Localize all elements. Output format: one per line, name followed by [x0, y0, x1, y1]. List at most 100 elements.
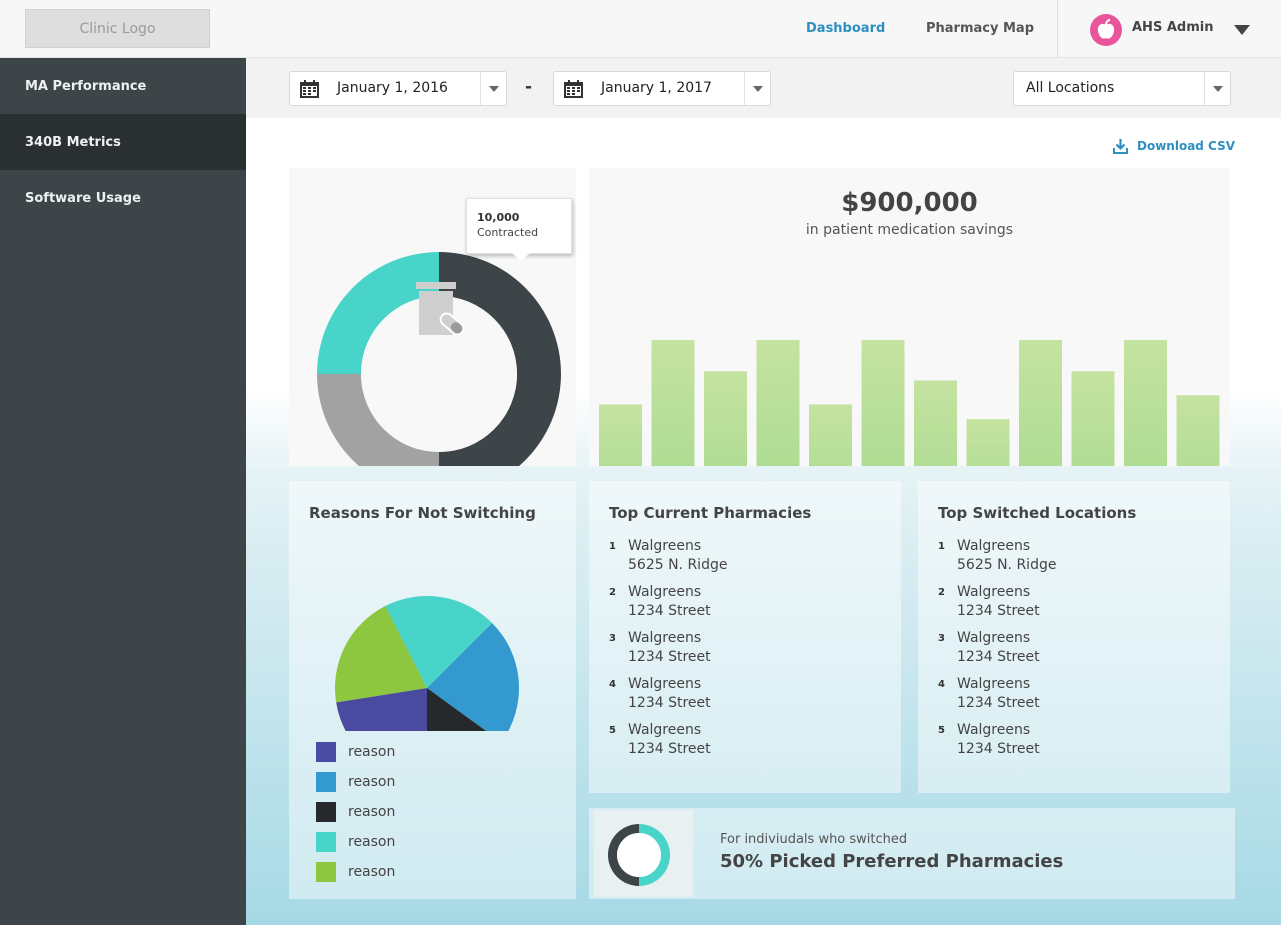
legend-label: reason — [348, 864, 396, 880]
pharmacy-address: 5625 N. Ridge — [628, 557, 728, 573]
nav-pharmacy-map-link[interactable]: Pharmacy Map — [926, 21, 1034, 36]
calendar-icon — [564, 80, 583, 98]
legend-item: reason — [316, 737, 395, 767]
summary-donut-hole — [617, 833, 661, 877]
savings-bar[interactable] — [756, 340, 800, 466]
rank-number: 2 — [938, 587, 945, 598]
legend-item: reason — [316, 827, 395, 857]
list-item[interactable]: 2 Walgreens 1234 Street — [609, 583, 727, 629]
rank-number: 3 — [938, 633, 945, 644]
pharmacy-address: 5625 N. Ridge — [957, 557, 1057, 573]
list-item[interactable]: 4 Walgreens 1234 Street — [938, 675, 1056, 721]
top-current-pharmacies-card: Top Current Pharmacies 1 Walgreens 5625 N.… — [589, 481, 901, 793]
filter-bar: January 1, 2016 - January 1, 2017 All Lo… — [246, 58, 1281, 118]
savings-bar[interactable] — [1124, 340, 1167, 466]
start-date-value: January 1, 2016 — [337, 80, 448, 96]
main-content: January 1, 2016 - January 1, 2017 All Lo… — [246, 58, 1281, 925]
top-switched-locations-card: Top Switched Locations 1 Walgreens 5625 N.… — [918, 481, 1230, 793]
rank-number: 5 — [609, 725, 616, 736]
list-item[interactable]: 2 Walgreens 1234 Street — [938, 583, 1056, 629]
sidebar: MA Performance 340B Metrics Software Usa… — [0, 58, 246, 925]
summary-donut-box — [594, 810, 693, 897]
legend-item: reason — [316, 767, 395, 797]
savings-bar[interactable] — [599, 404, 642, 466]
list-item[interactable]: 3 Walgreens 1234 Street — [938, 629, 1056, 675]
tooltip-value: 10,000 — [477, 211, 520, 224]
sidebar-item-ma-performance[interactable]: MA Performance — [0, 58, 246, 114]
pharmacy-name: Walgreens — [957, 584, 1031, 600]
list-item[interactable]: 1 Walgreens 5625 N. Ridge — [938, 537, 1056, 583]
legend-label: reason — [348, 744, 396, 760]
list-item[interactable]: 1 Walgreens 5625 N. Ridge — [609, 537, 727, 583]
pharmacy-name: Walgreens — [628, 538, 702, 554]
savings-bar[interactable] — [809, 404, 852, 466]
location-select[interactable]: All Locations — [1013, 71, 1231, 106]
rank-number: 3 — [609, 633, 616, 644]
start-date-dropdown[interactable] — [480, 72, 506, 105]
pharmacy-name: Walgreens — [628, 722, 702, 738]
list-item[interactable]: 4 Walgreens 1234 Street — [609, 675, 727, 721]
rank-number: 2 — [609, 587, 616, 598]
end-date-value: January 1, 2017 — [601, 80, 712, 96]
savings-bar[interactable] — [1071, 371, 1115, 466]
download-icon — [1113, 139, 1128, 154]
summary-caption: For indiviudals who switched — [720, 832, 908, 847]
savings-bar[interactable] — [966, 419, 1010, 466]
user-avatar[interactable] — [1090, 14, 1122, 46]
pharmacy-name: Walgreens — [628, 630, 702, 646]
top-header: Clinic Logo Dashboard Pharmacy Map AHS A… — [0, 0, 1281, 58]
end-date-picker[interactable]: January 1, 2017 — [553, 71, 771, 106]
sidebar-item-340b-metrics[interactable]: 340B Metrics — [0, 114, 246, 170]
list-item[interactable]: 5 Walgreens 1234 Street — [938, 721, 1056, 767]
sidebar-item-software-usage[interactable]: Software Usage — [0, 170, 246, 226]
legend-swatch — [316, 802, 336, 822]
location-dropdown[interactable] — [1204, 72, 1230, 105]
tooltip-label: Contracted — [477, 226, 539, 239]
rank-number: 1 — [938, 541, 945, 552]
rank-number: 1 — [609, 541, 616, 552]
download-csv-link[interactable]: Download CSV — [1113, 138, 1235, 154]
pharmacy-name: Walgreens — [628, 676, 702, 692]
pharmacy-address: 1234 Street — [957, 695, 1040, 711]
legend-swatch — [316, 862, 336, 882]
legend-label: reason — [348, 834, 396, 850]
savings-bar[interactable] — [651, 340, 695, 466]
top-switched-list: 1 Walgreens 5625 N. Ridge 2 Walgreens 1234 S… — [938, 537, 1056, 767]
pharmacy-address: 1234 Street — [957, 649, 1040, 665]
download-csv-label: Download CSV — [1137, 139, 1236, 153]
pill-bottle-icon — [416, 282, 465, 336]
clinic-logo[interactable]: Clinic Logo — [25, 9, 210, 48]
savings-bar[interactable] — [861, 340, 905, 466]
savings-bar[interactable] — [1019, 340, 1062, 466]
list-item[interactable]: 5 Walgreens 1234 Street — [609, 721, 727, 767]
user-menu-caret-icon[interactable] — [1234, 25, 1250, 35]
reasons-card: Reasons For Not Switching reason reason … — [289, 481, 576, 899]
pharmacy-address: 1234 Street — [957, 603, 1040, 619]
legend-label: reason — [348, 774, 396, 790]
reasons-pie-chart — [335, 596, 519, 731]
list-item[interactable]: 3 Walgreens 1234 Street — [609, 629, 727, 675]
preferred-percent-donut — [607, 824, 670, 886]
savings-bar[interactable] — [704, 371, 747, 466]
pharmacy-address: 1234 Street — [628, 603, 711, 619]
location-value: All Locations — [1026, 80, 1115, 96]
savings-chart-card: $900,000 in patient medication savings — [589, 168, 1230, 466]
chevron-down-icon — [752, 85, 763, 92]
legend-item: reason — [316, 797, 395, 827]
start-date-picker[interactable]: January 1, 2016 — [289, 71, 507, 106]
user-name[interactable]: AHS Admin — [1132, 20, 1213, 35]
top-current-list: 1 Walgreens 5625 N. Ridge 2 Walgreens 1234 S… — [609, 537, 727, 767]
legend-swatch — [316, 832, 336, 852]
reasons-legend: reason reason reason reason reason — [316, 737, 395, 887]
pharmacy-name: Walgreens — [957, 538, 1031, 554]
savings-bar[interactable] — [914, 380, 957, 466]
legend-label: reason — [348, 804, 396, 820]
end-date-dropdown[interactable] — [744, 72, 770, 105]
nav-dashboard-link[interactable]: Dashboard — [806, 21, 885, 36]
pharmacy-name: Walgreens — [957, 722, 1031, 738]
pharmacy-address: 1234 Street — [628, 741, 711, 757]
rank-number: 5 — [938, 725, 945, 736]
savings-bar[interactable] — [1176, 395, 1220, 466]
legend-swatch — [316, 742, 336, 762]
top-current-title: Top Current Pharmacies — [609, 504, 812, 522]
